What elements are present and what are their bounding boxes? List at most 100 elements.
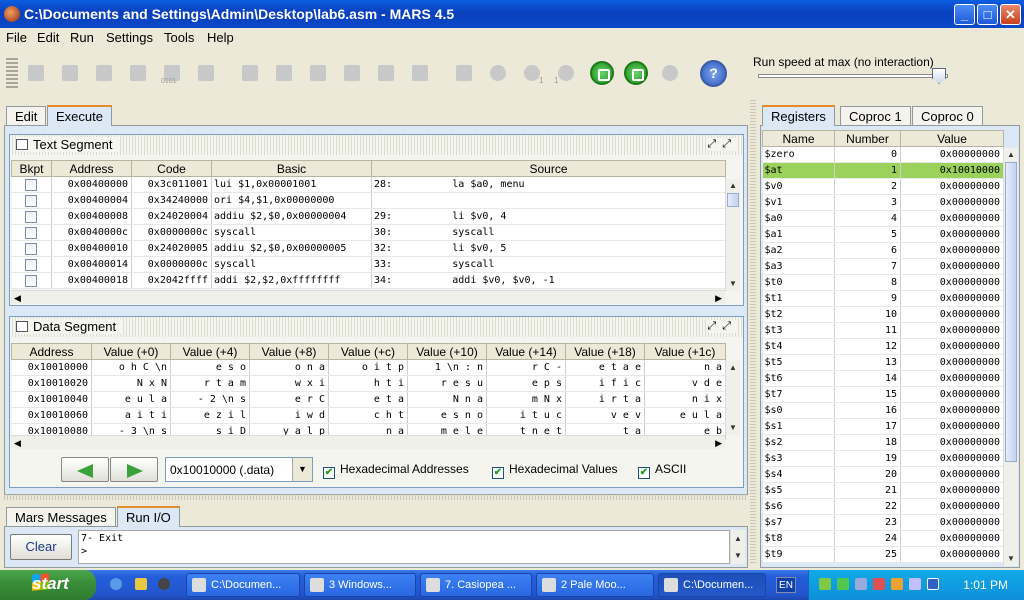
task-documents-mars[interactable]: C:\Documen... (658, 573, 766, 597)
data-value-cell[interactable]: r e s u (407, 375, 487, 392)
data-value-cell[interactable]: 1 \n : n (407, 359, 487, 376)
breakpoint-checkbox[interactable] (25, 210, 38, 223)
text-segment-col-header[interactable]: Basic (211, 160, 372, 177)
panel-resize-icons[interactable]: ⤢⤢ (707, 138, 737, 151)
tab-edit[interactable]: Edit (6, 106, 47, 126)
hex-addresses-checkbox[interactable]: ✔ Hexadecimal Addresses (323, 462, 469, 479)
close-button[interactable]: ✕ (1000, 4, 1021, 25)
register-row[interactable]: $t6 14 0x00000000 (762, 370, 1004, 387)
task-windows-group[interactable]: 3 Windows... (304, 573, 416, 597)
print-icon[interactable] (192, 58, 220, 88)
find-replace-icon[interactable] (406, 58, 434, 88)
data-value-cell[interactable]: e p s (486, 375, 566, 392)
data-segment-vscroll[interactable]: ▲ ▼ (725, 361, 740, 435)
ascii-checkbox[interactable]: ✔ ASCII (638, 462, 686, 479)
register-row[interactable]: $s1 17 0x00000000 (762, 418, 1004, 435)
data-value-cell[interactable]: i w d (249, 407, 329, 424)
data-value-cell[interactable]: n i x (644, 391, 726, 408)
text-segment-col-header[interactable]: Bkpt (11, 160, 52, 177)
panel-resize-icons[interactable]: ⤢⤢ (707, 320, 737, 333)
register-value-cell[interactable]: 0x10010000 (900, 162, 1004, 179)
register-row[interactable]: $t1 9 0x00000000 (762, 290, 1004, 307)
data-segment-col-header[interactable]: Value (+14) (486, 343, 566, 360)
task-casiopea[interactable]: 7. Casiopea ... (420, 573, 532, 597)
text-segment-col-header[interactable]: Source (371, 160, 726, 177)
register-value-cell[interactable]: 0x00000000 (900, 210, 1004, 227)
next-page-button[interactable] (110, 457, 158, 482)
register-value-cell[interactable]: 0x00000000 (900, 370, 1004, 387)
data-value-cell[interactable]: r C - (486, 359, 566, 376)
register-row[interactable]: $v0 2 0x00000000 (762, 178, 1004, 195)
register-row[interactable]: $v1 3 0x00000000 (762, 194, 1004, 211)
data-segment-col-header[interactable]: Value (+8) (249, 343, 329, 360)
register-value-cell[interactable]: 0x00000000 (900, 274, 1004, 291)
register-value-cell[interactable]: 0x00000000 (900, 402, 1004, 419)
register-row[interactable]: $s3 19 0x00000000 (762, 450, 1004, 467)
register-value-cell[interactable]: 0x00000000 (900, 514, 1004, 531)
assemble-icon[interactable] (450, 58, 478, 88)
data-value-cell[interactable]: e s n o (407, 407, 487, 424)
save-icon[interactable] (90, 58, 118, 88)
data-value-cell[interactable]: e s o (170, 359, 250, 376)
data-segment-col-header[interactable]: Value (+c) (328, 343, 408, 360)
tray-window-icon[interactable] (927, 578, 939, 590)
tab-registers[interactable]: Registers (762, 105, 835, 126)
register-value-cell[interactable]: 0x00000000 (900, 258, 1004, 275)
maximize-button[interactable]: □ (977, 4, 998, 25)
horizontal-splitter[interactable] (4, 494, 748, 500)
chevron-down-icon[interactable]: ▼ (292, 458, 312, 481)
data-address-select[interactable]: 0x10010000 (.data) ▼ (165, 457, 313, 482)
prev-page-button[interactable] (61, 457, 109, 482)
register-value-cell[interactable]: 0x00000000 (900, 226, 1004, 243)
register-row[interactable]: $t0 8 0x00000000 (762, 274, 1004, 291)
data-value-cell[interactable]: i r t a (565, 391, 645, 408)
data-value-cell[interactable]: e t a (328, 391, 408, 408)
register-value-cell[interactable]: 0x00000000 (900, 466, 1004, 483)
quicklaunch-icon[interactable] (135, 578, 147, 590)
register-row[interactable]: $s5 21 0x00000000 (762, 482, 1004, 499)
step-icon[interactable]: 1 (518, 58, 546, 88)
data-value-cell[interactable]: o h C \n (91, 359, 171, 376)
data-segment-hscroll[interactable]: ◀ ▶ (11, 435, 725, 449)
data-segment-col-header[interactable]: Value (+4) (170, 343, 250, 360)
text-segment-row[interactable]: 0x00400010 0x24020005 addiu $2,$0,0x000000… (11, 240, 726, 257)
data-value-cell[interactable]: e t a e (565, 359, 645, 376)
hex-values-checkbox[interactable]: ✔ Hexadecimal Values (492, 462, 618, 479)
console-output[interactable]: 7- Exit > (78, 530, 730, 564)
register-value-cell[interactable]: 0x00000000 (900, 322, 1004, 339)
mars-app-icon[interactable] (4, 6, 20, 22)
data-value-cell[interactable]: v d e (644, 375, 726, 392)
data-segment-col-header[interactable]: Value (+10) (407, 343, 487, 360)
new-file-icon[interactable] (22, 58, 50, 88)
data-value-cell[interactable]: h t i (328, 375, 408, 392)
network-icon[interactable] (855, 578, 867, 590)
breakpoint-checkbox[interactable] (25, 226, 38, 239)
start-button[interactable]: start (0, 570, 96, 600)
reset-icon[interactable] (656, 58, 684, 88)
text-segment-row[interactable]: 0x00400000 0x3c011001 lui $1,0x00001001 28:… (11, 176, 726, 193)
data-value-cell[interactable]: e r C (249, 391, 329, 408)
register-row[interactable]: $t8 24 0x00000000 (762, 530, 1004, 547)
register-value-cell[interactable]: 0x00000000 (900, 178, 1004, 195)
stop-icon[interactable] (624, 61, 648, 85)
menu-edit[interactable]: Edit (37, 30, 59, 45)
register-value-cell[interactable]: 0x00000000 (900, 242, 1004, 259)
register-row[interactable]: $t4 12 0x00000000 (762, 338, 1004, 355)
text-segment-vscroll[interactable]: ▲ ▼ (725, 179, 740, 291)
undo-icon[interactable] (236, 58, 264, 88)
register-value-cell[interactable]: 0x00000000 (900, 338, 1004, 355)
data-value-cell[interactable]: N x N (91, 375, 171, 392)
register-row[interactable]: $a2 6 0x00000000 (762, 242, 1004, 259)
menu-file[interactable]: File (6, 30, 27, 45)
data-value-cell[interactable]: o i t p (328, 359, 408, 376)
security-icon[interactable] (873, 578, 885, 590)
data-segment-row[interactable]: 0x10010000 o h C \n e s oo n ao i t p1 \n … (11, 359, 726, 376)
breakpoint-checkbox[interactable] (25, 258, 38, 271)
register-row[interactable]: $at 1 0x10010000 (762, 162, 1004, 179)
data-value-cell[interactable]: r t a m (170, 375, 250, 392)
run-speed-slider[interactable] (758, 74, 948, 78)
register-value-cell[interactable]: 0x00000000 (900, 146, 1004, 163)
menu-help[interactable]: Help (207, 30, 234, 45)
cut-icon[interactable] (304, 58, 332, 88)
data-segment-col-header[interactable]: Value (+18) (565, 343, 645, 360)
